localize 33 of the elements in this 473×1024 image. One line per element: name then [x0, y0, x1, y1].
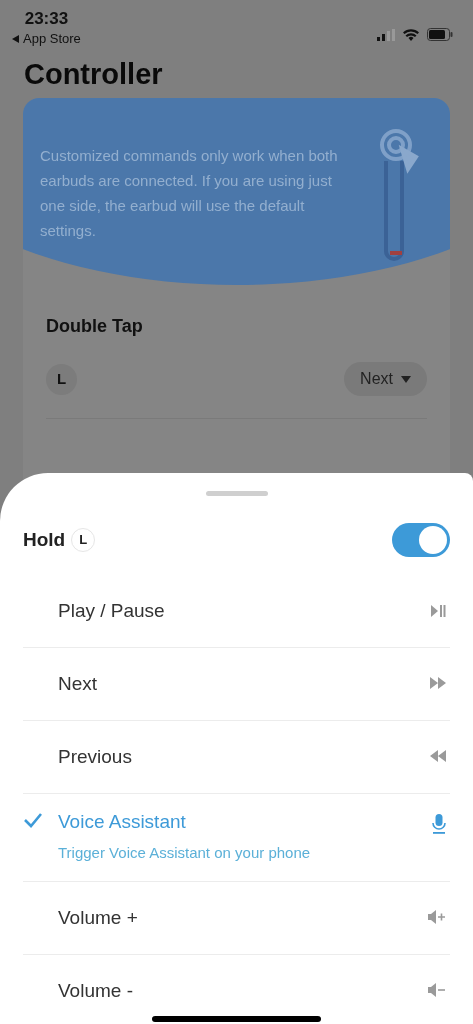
checkmark-icon: [23, 812, 43, 828]
rewind-icon: [430, 749, 446, 763]
action-option[interactable]: Play / Pause: [23, 575, 450, 648]
microphone-icon: [432, 814, 446, 834]
fast-forward-icon: [430, 676, 446, 690]
action-option[interactable]: Volume +: [23, 881, 450, 955]
back-caret-icon: [12, 35, 19, 43]
page-title: Controller: [23, 57, 164, 92]
option-description: Trigger Voice Assistant on your phone: [58, 843, 312, 863]
option-label: Previous: [58, 745, 133, 769]
option-label: Volume +: [58, 905, 139, 930]
volume-down-icon: [428, 982, 446, 997]
back-to-app-link[interactable]: App Store: [12, 29, 81, 49]
option-label: Play / Pause: [58, 599, 166, 623]
battery-icon: [427, 28, 453, 41]
action-option[interactable]: Next: [23, 648, 450, 721]
action-option[interactable]: Previous: [23, 721, 450, 794]
dropdown-caret-icon: [401, 375, 411, 383]
status-time: 23:33: [24, 8, 69, 30]
volume-up-icon: [428, 909, 446, 924]
banner-text: Customized commands only work when both earbuds are connected. If you are using just one side, the earbud will use the default settings.: [40, 146, 339, 241]
wifi-icon: [403, 28, 419, 41]
option-label: Volume -: [58, 978, 134, 1003]
option-label: Next: [58, 672, 99, 696]
signal-icon: [377, 28, 395, 41]
action-dropdown[interactable]: Next: [344, 362, 427, 396]
play-pause-icon: [430, 603, 446, 619]
side-badge: L: [46, 363, 77, 395]
sheet-title: Hold: [23, 527, 66, 552]
sheet-handle[interactable]: [205, 491, 268, 496]
section-heading: Double Tap: [46, 315, 144, 338]
option-label: Voice Assistant: [58, 810, 187, 834]
hold-toggle[interactable]: [392, 523, 450, 557]
